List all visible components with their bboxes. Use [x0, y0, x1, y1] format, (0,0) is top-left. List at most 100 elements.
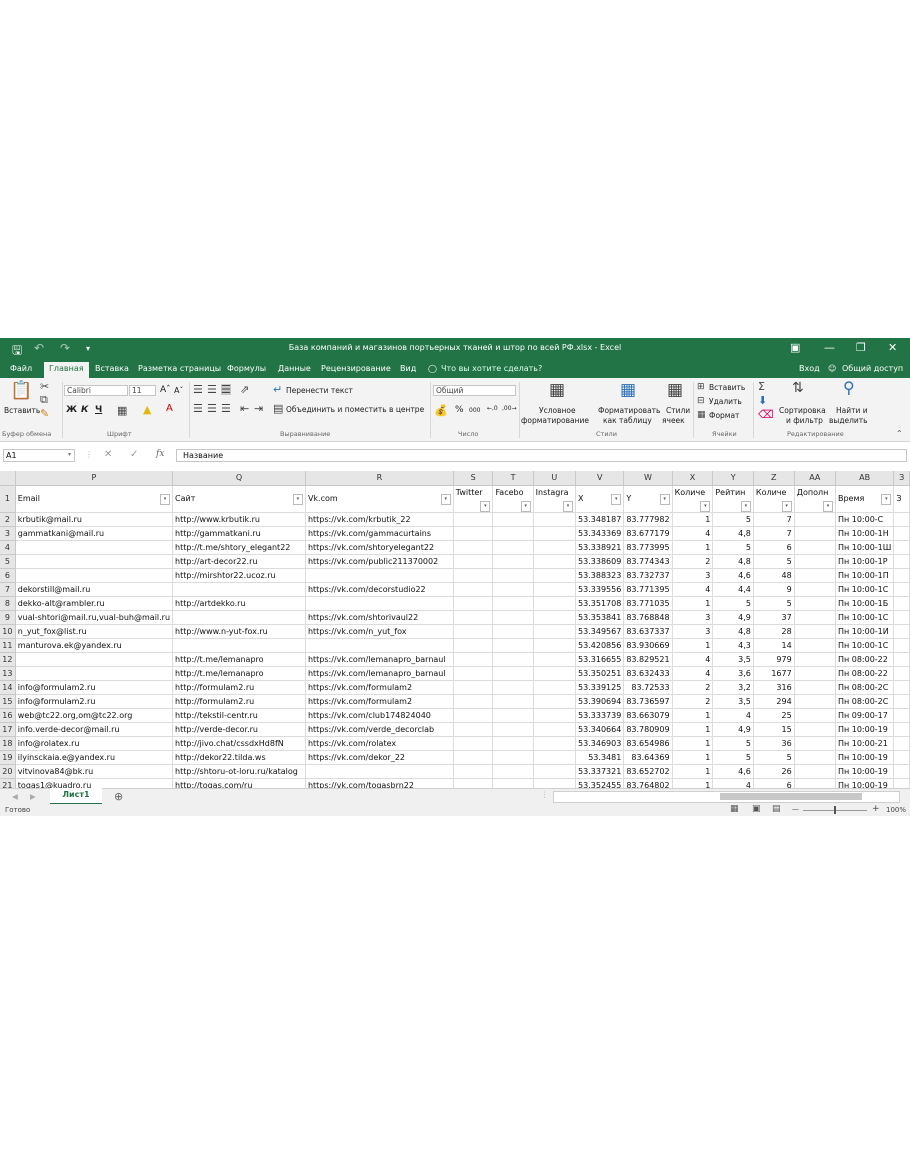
table-cell[interactable]: [492, 736, 534, 751]
fill-color-icon[interactable]: ▲: [143, 404, 151, 415]
filter-dropdown-icon[interactable]: ▾: [781, 500, 792, 511]
table-cell[interactable]: [533, 778, 577, 788]
header-cell[interactable]: Y ▾: [623, 485, 673, 513]
orientation-icon[interactable]: ⇗: [240, 384, 249, 395]
table-cell[interactable]: [492, 778, 534, 788]
table-cell[interactable]: [15, 652, 174, 667]
column-header-x[interactable]: X: [672, 471, 714, 486]
filter-dropdown-icon[interactable]: ▾: [740, 500, 751, 511]
table-cell[interactable]: Пн 08:00-2С: [835, 680, 895, 695]
table-cell[interactable]: 1677: [753, 666, 795, 681]
fill-icon[interactable]: ⬇: [758, 395, 767, 406]
table-cell[interactable]: https://vk.com/shtorivaul22: [305, 610, 454, 625]
table-cell[interactable]: [492, 624, 534, 639]
table-cell[interactable]: 53.420856: [575, 638, 625, 653]
table-cell[interactable]: 53.3481: [575, 750, 625, 765]
table-cell[interactable]: [893, 666, 910, 681]
row-header[interactable]: 15: [0, 694, 16, 709]
cell-styles-icon[interactable]: ▦: [667, 382, 683, 399]
table-cell[interactable]: 83.663079: [623, 708, 673, 723]
table-cell[interactable]: 53.343369: [575, 526, 625, 541]
table-cell[interactable]: https://vk.com/n_yut_fox: [305, 624, 454, 639]
zoom-slider-thumb[interactable]: [834, 806, 836, 814]
table-cell[interactable]: 83.677179: [623, 526, 673, 541]
header-cell[interactable]: Email ▾: [15, 485, 174, 513]
table-cell[interactable]: 53.353841: [575, 610, 625, 625]
table-cell[interactable]: 53.316655: [575, 652, 625, 667]
table-cell[interactable]: [794, 652, 836, 667]
table-cell[interactable]: https://vk.com/public211370002: [305, 554, 454, 569]
row-header[interactable]: 19: [0, 750, 16, 765]
delete-cells-button[interactable]: Удалить: [709, 397, 742, 406]
table-cell[interactable]: [492, 764, 534, 779]
table-cell[interactable]: http://tekstil-centr.ru: [172, 708, 306, 723]
table-cell[interactable]: [533, 582, 577, 597]
table-cell[interactable]: [533, 652, 577, 667]
row-header[interactable]: 17: [0, 722, 16, 737]
table-cell[interactable]: [794, 778, 836, 788]
table-cell[interactable]: [453, 694, 494, 709]
table-cell[interactable]: 4,3: [712, 638, 754, 653]
number-format-select[interactable]: Общий: [433, 385, 516, 396]
table-cell[interactable]: [533, 554, 577, 569]
align-left-icon[interactable]: ☰: [193, 403, 203, 414]
table-cell[interactable]: 37: [753, 610, 795, 625]
table-cell[interactable]: 1: [672, 750, 714, 765]
filter-dropdown-icon[interactable]: ▾: [480, 500, 491, 511]
table-cell[interactable]: ilyinsckaia.e@yandex.ru: [15, 750, 174, 765]
table-cell[interactable]: http://gammatkani.ru: [172, 526, 306, 541]
merge-icon[interactable]: ▤: [273, 403, 283, 414]
row-header[interactable]: 16: [0, 708, 16, 723]
table-cell[interactable]: https://vk.com/formulam2: [305, 694, 454, 709]
tell-me-icon[interactable]: ◯: [428, 364, 437, 373]
table-cell[interactable]: 83.72533: [623, 680, 673, 695]
table-cell[interactable]: https://vk.com/lemanapro_barnaul: [305, 666, 454, 681]
table-cell[interactable]: [794, 582, 836, 597]
merge-center-button[interactable]: Объединить и поместить в центре: [286, 405, 424, 414]
table-cell[interactable]: http://artdekko.ru: [172, 596, 306, 611]
select-all-corner[interactable]: [0, 471, 16, 486]
table-cell[interactable]: Пн 10:00-1П: [835, 568, 895, 583]
row-header[interactable]: 13: [0, 666, 16, 681]
increase-decimal-icon[interactable]: ←,0: [487, 405, 498, 412]
table-cell[interactable]: Пн 10:00-1Б: [835, 596, 895, 611]
page-layout-view-icon[interactable]: ▣: [752, 804, 761, 814]
decrease-indent-icon[interactable]: ⇤: [240, 403, 249, 414]
collapse-ribbon-icon[interactable]: ⌃: [896, 428, 903, 439]
table-cell[interactable]: [794, 764, 836, 779]
table-cell[interactable]: 1: [672, 722, 714, 737]
table-cell[interactable]: [453, 596, 494, 611]
table-cell[interactable]: 5: [712, 512, 754, 527]
table-cell[interactable]: [453, 568, 494, 583]
format-cells-button[interactable]: Формат: [709, 411, 739, 420]
table-cell[interactable]: 4,6: [712, 764, 754, 779]
table-cell[interactable]: http://formulam2.ru: [172, 680, 306, 695]
table-cell[interactable]: 4,9: [712, 610, 754, 625]
table-cell[interactable]: 83.774343: [623, 554, 673, 569]
insert-cells-button[interactable]: Вставить: [709, 383, 745, 392]
header-cell[interactable]: Время ▾: [835, 485, 895, 513]
table-cell[interactable]: [893, 582, 910, 597]
table-cell[interactable]: https://vk.com/shtoryelegant22: [305, 540, 454, 555]
table-cell[interactable]: [893, 554, 910, 569]
table-cell[interactable]: 48: [753, 568, 795, 583]
table-cell[interactable]: 53.348187: [575, 512, 625, 527]
table-cell[interactable]: [305, 638, 454, 653]
table-cell[interactable]: [533, 638, 577, 653]
table-cell[interactable]: 4,8: [712, 526, 754, 541]
cell-styles-label-2[interactable]: ячеек: [662, 416, 685, 425]
row-header[interactable]: 2: [0, 512, 16, 527]
table-cell[interactable]: 4: [712, 708, 754, 723]
font-color-icon[interactable]: A: [166, 403, 173, 414]
table-cell[interactable]: 4: [672, 526, 714, 541]
table-cell[interactable]: [533, 512, 577, 527]
table-cell[interactable]: 5: [712, 736, 754, 751]
conditional-formatting-icon[interactable]: ▦: [549, 382, 565, 399]
format-cells-icon[interactable]: ▦: [697, 410, 706, 421]
table-cell[interactable]: 36: [753, 736, 795, 751]
tab-formulas[interactable]: Формулы: [227, 364, 266, 373]
table-cell[interactable]: Пн 10:00-19: [835, 764, 895, 779]
restore-icon[interactable]: ❐: [856, 341, 866, 354]
row-header[interactable]: 5: [0, 554, 16, 569]
table-cell[interactable]: [794, 708, 836, 723]
